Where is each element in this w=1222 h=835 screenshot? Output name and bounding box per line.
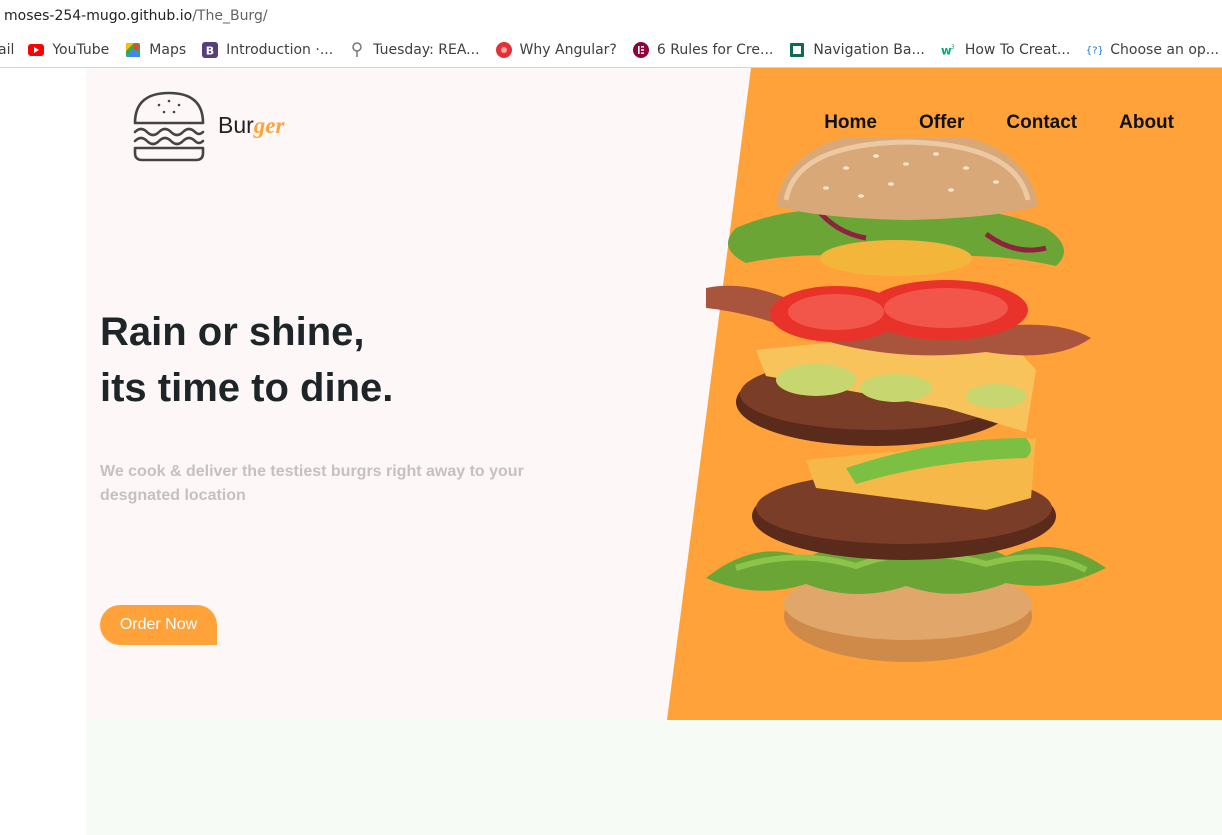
- site-logo[interactable]: Burger: [132, 90, 284, 164]
- hero-section: Burger Home Offer Contact About Rain or …: [86, 68, 1222, 720]
- bookmark-label: Choose an op...: [1110, 41, 1220, 58]
- bookmark-w3[interactable]: w3 How To Creat...: [941, 42, 1070, 58]
- bookmark-tuesday[interactable]: Tuesday: REA...: [349, 41, 480, 58]
- bookmark-label: 6 Rules for Cre...: [656, 41, 774, 58]
- bookmark-icon: [789, 42, 805, 58]
- bookmark-label: YouTube: [52, 41, 110, 58]
- bookmark-label: Why Angular?: [519, 41, 617, 58]
- nav-offer[interactable]: Offer: [919, 112, 964, 134]
- logo-text-main: Bur: [218, 111, 254, 138]
- hero-headline: Rain or shine, its time to dine.: [100, 304, 393, 416]
- w3-icon: w3: [941, 42, 957, 58]
- url-path: /The_Burg/: [192, 8, 268, 24]
- burger-logo-icon: [133, 91, 205, 162]
- order-now-button[interactable]: Order Now: [100, 605, 217, 645]
- burger-image: [706, 138, 1106, 662]
- bookmark-bootstrap[interactable]: B Introduction ·...: [202, 41, 334, 58]
- headline-line-2: its time to dine.: [100, 366, 394, 410]
- bookmark-maps[interactable]: Maps: [125, 42, 186, 58]
- bookmark-navigation[interactable]: Navigation Ba...: [789, 42, 925, 58]
- angular-icon: [495, 41, 512, 58]
- nav-home[interactable]: Home: [824, 112, 877, 134]
- bookmark-youtube[interactable]: YouTube: [28, 42, 109, 58]
- bookmark-label: Navigation Ba...: [813, 41, 925, 58]
- svg-text:{?}: {?}: [1086, 45, 1102, 56]
- svg-text:3: 3: [951, 44, 955, 51]
- bookmark-elementor[interactable]: 6 Rules for Cre...: [632, 41, 774, 58]
- address-bar[interactable]: moses-254-mugo.github.io/The_Burg/: [0, 0, 1222, 32]
- main-nav: Home Offer Contact About: [782, 112, 1174, 134]
- logo-text-accent: ger: [253, 112, 285, 138]
- bookmark-label: ail: [0, 41, 15, 58]
- bookmark-choose[interactable]: {?} Choose an op...: [1086, 42, 1219, 58]
- logo-text: Burger: [218, 112, 284, 139]
- nav-contact[interactable]: Contact: [1006, 112, 1077, 134]
- bookmark-label: Maps: [149, 41, 187, 58]
- maps-icon: [125, 42, 141, 58]
- tree-icon: [349, 41, 365, 58]
- url-text[interactable]: moses-254-mugo.github.io/The_Burg/: [0, 8, 268, 24]
- page-viewport: Burger Home Offer Contact About Rain or …: [86, 68, 1222, 835]
- question-icon: {?}: [1086, 42, 1102, 58]
- hero-subtext: We cook & deliver the testiest burgrs ri…: [100, 463, 524, 504]
- bookmark-angular[interactable]: Why Angular?: [495, 41, 617, 58]
- bookmark-label: Tuesday: REA...: [373, 41, 480, 58]
- bookmarks-bar: ail YouTube Maps B Introduction ·... Tue…: [0, 32, 1222, 68]
- youtube-icon: [28, 42, 45, 58]
- bookmark-label: Introduction ·...: [226, 41, 334, 58]
- bookmark-label: How To Creat...: [964, 41, 1071, 58]
- svg-text:B: B: [206, 44, 214, 57]
- url-host: moses-254-mugo.github.io: [4, 8, 193, 24]
- headline-line-1: Rain or shine,: [100, 310, 365, 354]
- bookmark-mail[interactable]: ail: [0, 42, 14, 58]
- elementor-icon: [632, 41, 649, 58]
- nav-about[interactable]: About: [1119, 112, 1174, 134]
- bootstrap-icon: B: [202, 41, 219, 58]
- next-section: [86, 720, 1222, 835]
